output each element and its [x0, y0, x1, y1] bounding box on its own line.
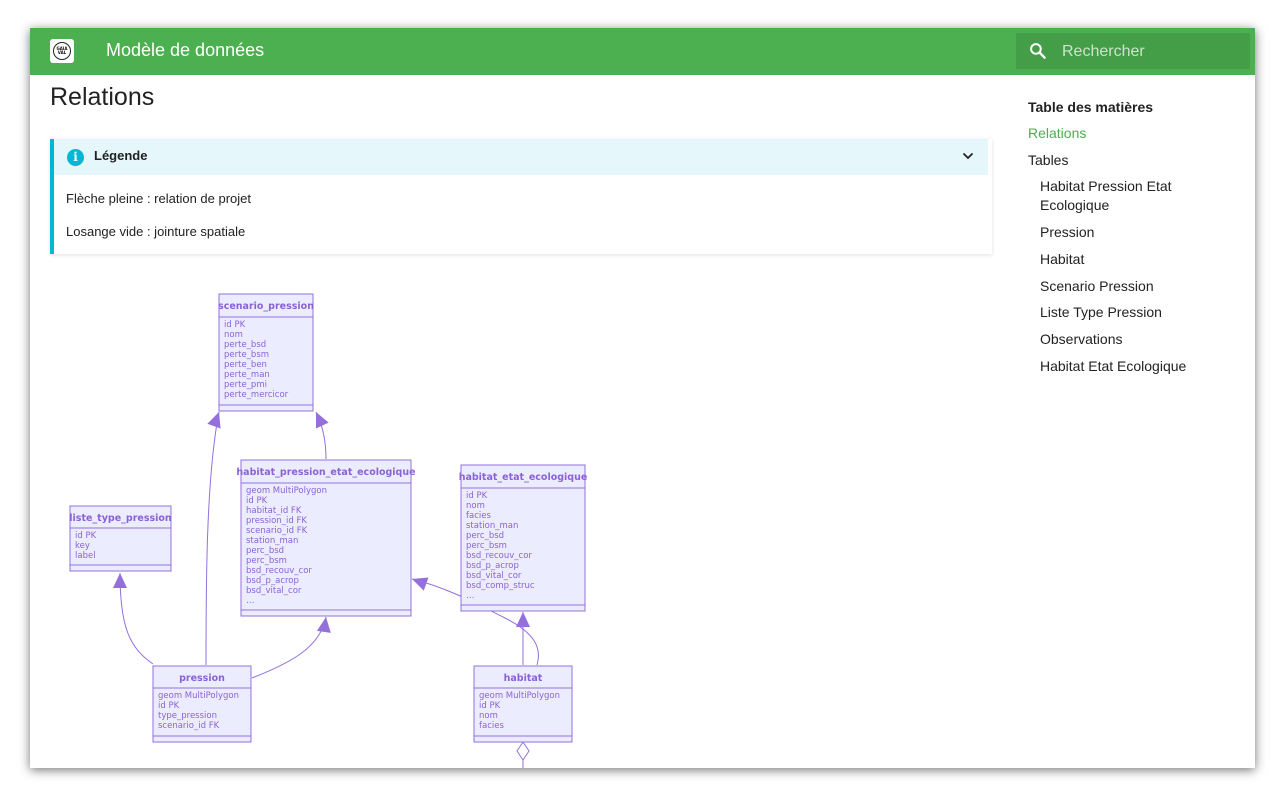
entity-liste-type-pression: liste_type_pressionid PKkeylabel: [69, 505, 172, 572]
entity-boxes: scenario_pressionid PKnomperte_bsdperte_…: [69, 293, 588, 743]
entity-attribute: id PK: [466, 491, 488, 501]
entity-attribute: perte_man: [224, 370, 270, 380]
entity-attribute: key: [75, 541, 90, 551]
entity-attribute: perte_ben: [224, 360, 267, 370]
entity-attribute: station_man: [466, 521, 518, 531]
relation-habitat-to-hpee-arrowhead: [412, 577, 429, 591]
entity-attribute: bsd_vital_cor: [466, 571, 522, 581]
entity-attribute: id PK: [75, 531, 97, 541]
entity-title: scenario_pression: [218, 301, 314, 312]
entity-attribute: bsd_vital_cor: [246, 586, 302, 596]
entity-attribute: perte_bsd: [224, 340, 266, 350]
entity-attribute: pression_id FK: [246, 516, 307, 526]
entity-title: habitat: [504, 673, 543, 684]
entity-attribute: habitat_id FK: [246, 506, 302, 516]
relation-hpee-to-scenario-arrowhead: [315, 412, 329, 429]
relation-pression-to-scenario-arrowhead: [207, 412, 221, 429]
entity-attribute: perte_bsm: [224, 350, 269, 360]
relation-pression-to-scenario-line: [205, 411, 220, 666]
entity-attribute: perc_bsd: [466, 531, 504, 541]
entity-title: habitat_pression_etat_ecologique: [236, 467, 415, 478]
entity-attribute: scenario_id FK: [246, 526, 308, 536]
entity-attribute: label: [75, 551, 96, 561]
relation-habitat-to-etat-arrowhead: [516, 612, 530, 627]
entity-attribute: id PK: [158, 701, 180, 711]
entity-habitat-pression-etat-ecologique: habitat_pression_etat_ecologiquegeom Mul…: [236, 459, 416, 617]
entity-attribute: perte_mercicor: [224, 390, 289, 400]
relation-pression-to-hpee-arrowhead: [316, 617, 331, 633]
entity-habitat-etat-ecologique: habitat_etat_ecologiqueid PKnomfaciessta…: [459, 464, 588, 612]
entity-attribute: geom MultiPolygon: [246, 486, 327, 496]
entity-title: habitat_etat_ecologique: [459, 472, 588, 483]
entity-pression: pression geom MultiPolygonid PKtype_press…: [152, 665, 252, 743]
entity-attribute: nom: [479, 711, 498, 721]
entity-attribute: bsd_recouv_cor: [246, 566, 312, 576]
entity-title: liste_type_pression: [69, 513, 172, 524]
entity-title: pression: [179, 673, 225, 684]
relation-pression-to-liste-type-arrowhead: [113, 573, 127, 588]
entity-attribute: id PK: [246, 496, 268, 506]
entity-attribute: facies: [466, 511, 491, 521]
entity-attribute: bsd_recouv_cor: [466, 551, 532, 561]
entity-attribute: bsd_p_acrop: [246, 576, 299, 586]
entity-attribute: perc_bsd: [246, 546, 284, 556]
entity-attribute: nom: [466, 501, 485, 511]
entity-attribute: scenario_id FK: [158, 721, 220, 731]
entity-attribute: perc_bsm: [466, 541, 507, 551]
entity-attribute: facies: [479, 721, 504, 731]
entity-attribute: station_man: [246, 536, 298, 546]
entity-attribute: perc_bsm: [246, 556, 287, 566]
entity-attribute: bsd_comp_struc: [466, 581, 535, 591]
entity-attribute: id PK: [224, 320, 246, 330]
entity-attribute: geom MultiPolygon: [479, 691, 560, 701]
entity-attribute: perte_pmi: [224, 380, 267, 390]
er-diagram: scenario_pressionid PKnomperte_bsdperte_…: [69, 293, 588, 768]
relation-pression-to-hpee-line: [251, 616, 327, 679]
entity-attribute: bsd_p_acrop: [466, 561, 519, 571]
entity-attribute: nom: [224, 330, 243, 340]
browser-window: GAIAVAL Modèle de données Relations i Lé…: [30, 28, 1255, 768]
entity-habitat: habitat geom MultiPolygonid PKnomfacies: [473, 665, 573, 743]
entity-attribute: id PK: [479, 701, 501, 711]
diamond-marker: [516, 741, 530, 761]
entity-scenario-pression: scenario_pressionid PKnomperte_bsdperte_…: [218, 293, 314, 412]
entity-attribute: …: [466, 591, 475, 601]
entity-attribute: …: [246, 596, 255, 606]
entity-attribute: type_pression: [158, 711, 217, 721]
entity-attribute: geom MultiPolygon: [158, 691, 239, 701]
